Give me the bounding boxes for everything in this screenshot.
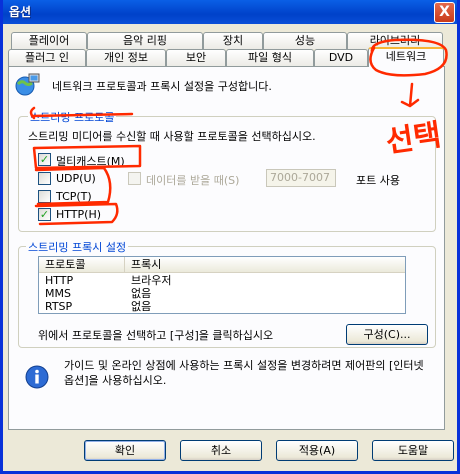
proxy-list[interactable]: 프로토콜 프록시 HTTP 브라우저 MMS 없음 RTSP 없음 [38,256,406,314]
row-protocol: RTSP [45,300,73,313]
multicast-checkbox[interactable]: ✓ [38,153,51,166]
udp-checkbox[interactable] [38,172,51,185]
http-label: HTTP(H) [56,208,102,221]
tab-devices[interactable]: 장치 [203,32,263,49]
row-protocol: HTTP [45,274,74,287]
table-row[interactable]: RTSP 없음 [39,300,405,313]
receive-ports-label: 데이터를 받을 때(S) [146,174,240,187]
row-proxy: 브라우저 [131,274,172,287]
proxy-list-header: 프로토콜 프록시 [39,257,405,273]
proxy-hint: 위에서 프로토콜을 선택하고 [구성]을 클릭하십시오 [38,329,274,342]
apply-button[interactable]: 적용(A) [276,440,358,461]
port-range-input[interactable]: 7000-7007 [266,169,336,187]
column-proxy[interactable]: 프록시 [125,257,405,273]
checkmark-icon: ✓ [39,208,50,221]
tcp-label: TCP(T) [56,190,92,203]
tab-network[interactable]: 네트워크 [368,47,444,67]
row-protocol: MMS [45,287,71,300]
tab-plugins[interactable]: 플러그 인 [8,49,86,66]
streaming-protocol-title: 스트리밍 프로토콜 [28,109,117,125]
protocol-description: 스트리밍 미디어를 수신할 때 사용할 프로토콜을 선택하십시오. [28,130,316,143]
row-proxy: 없음 [131,300,152,313]
close-button[interactable]: X [434,2,455,23]
tab-privacy[interactable]: 개인 정보 [86,49,166,66]
multicast-label: 멀티캐스트(M) [56,155,125,168]
tcp-checkbox[interactable] [38,190,51,203]
streaming-proxy-title: 스트리밍 프록시 설정 [26,239,129,255]
column-protocol[interactable]: 프로토콜 [39,257,125,273]
help-button[interactable]: 도움말 [372,440,454,461]
internet-options-info: 가이드 및 온라인 상점에 사용하는 프록시 설정을 변경하려면 제어판의 [인… [64,359,424,387]
title-bar[interactable]: 옵션 X [3,0,457,24]
close-icon: X [439,4,450,20]
http-checkbox[interactable]: ✓ [38,208,51,221]
intro-text: 네트워크 프로토콜과 프록시 설정을 구성합니다. [52,80,272,93]
table-row[interactable]: MMS 없음 [39,287,405,300]
configure-button[interactable]: 구성(C)... [346,324,428,345]
cancel-button[interactable]: 취소 [180,440,262,461]
checkmark-icon: ✓ [39,153,50,166]
tab-music-ripping[interactable]: 음악 리핑 [87,32,203,49]
tab-performance[interactable]: 성능 [263,32,347,49]
info-icon [25,365,49,389]
use-ports-label: 포트 사용 [356,174,400,187]
row-proxy: 없음 [131,287,152,300]
ok-button[interactable]: 확인 [84,440,166,461]
window-title: 옵션 [9,5,32,19]
tab-security[interactable]: 보안 [166,49,226,66]
table-row[interactable]: HTTP 브라우저 [39,274,405,287]
receive-ports-checkbox[interactable] [128,172,141,185]
network-globe-icon [15,73,40,96]
tab-player[interactable]: 플레이어 [11,32,87,49]
tab-file-types[interactable]: 파일 형식 [226,49,314,66]
tab-dvd[interactable]: DVD [314,49,368,66]
udp-label: UDP(U) [56,172,96,185]
